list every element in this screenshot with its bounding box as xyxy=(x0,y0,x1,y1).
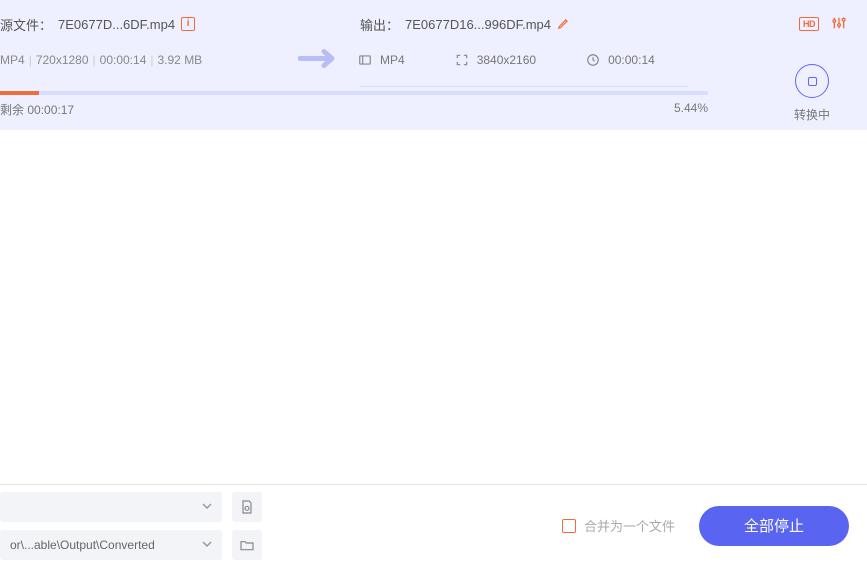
expand-icon xyxy=(455,53,469,67)
output-path-value: or\...able\Output\Converted xyxy=(10,538,155,552)
progress-track xyxy=(0,91,708,95)
progress-percent: 5.44% xyxy=(674,101,708,118)
stop-icon xyxy=(808,77,817,86)
remaining-label: 剩余 xyxy=(0,103,24,117)
output-resolution: 3840x2160 xyxy=(477,53,536,67)
output-filename: 7E0677D16...996DF.mp4 xyxy=(405,17,551,32)
folder-icon xyxy=(239,537,255,553)
edit-icon[interactable] xyxy=(557,16,571,33)
film-icon xyxy=(358,53,372,67)
chevron-down-icon xyxy=(202,499,212,514)
source-label: 源文件： xyxy=(0,15,52,34)
separator: | xyxy=(93,53,96,67)
separator: | xyxy=(150,53,153,67)
open-folder-button[interactable] xyxy=(232,530,262,560)
arrow-icon xyxy=(298,47,340,74)
stop-all-button[interactable]: 全部停止 xyxy=(699,506,849,546)
output-path-dropdown[interactable]: or\...able\Output\Converted xyxy=(0,530,222,560)
conversion-list: 源文件： 7E0677D...6DF.mp4 i 输出： 7E0677D16..… xyxy=(0,0,867,130)
output-format: MP4 xyxy=(380,53,405,67)
info-icon[interactable]: i xyxy=(181,17,195,31)
status-label: 转换中 xyxy=(794,106,830,123)
format-preset-dropdown[interactable] xyxy=(0,492,222,522)
conversion-item: 源文件： 7E0677D...6DF.mp4 i 输出： 7E0677D16..… xyxy=(0,10,867,130)
adjust-icon[interactable] xyxy=(831,15,847,34)
bottom-bar: or\...able\Output\Converted 合并为一个文件 全部停止 xyxy=(0,484,867,566)
source-resolution: 720x1280 xyxy=(36,53,89,67)
clock-icon xyxy=(586,53,600,67)
progress-fill xyxy=(0,91,39,95)
file-gear-icon xyxy=(239,499,255,515)
source-filename: 7E0677D...6DF.mp4 xyxy=(58,17,175,32)
divider xyxy=(360,86,688,87)
progress-meta: 剩余 00:00:17 5.44% xyxy=(0,95,708,130)
source-size: 3.92 MB xyxy=(158,53,203,67)
source-meta: MP4 | 720x1280 | 00:00:14 | 3.92 MB xyxy=(0,53,290,67)
separator: | xyxy=(29,53,32,67)
chevron-down-icon xyxy=(202,538,212,552)
output-label: 输出： xyxy=(360,15,399,34)
source-format: MP4 xyxy=(0,53,25,67)
stop-item-button[interactable] xyxy=(795,64,829,98)
output-resolution-chip: 3840x2160 xyxy=(455,53,536,67)
output-format-chip: MP4 xyxy=(358,53,405,67)
merge-label: 合并为一个文件 xyxy=(584,516,675,535)
source-duration: 00:00:14 xyxy=(100,53,147,67)
hd-badge-icon[interactable]: HD xyxy=(799,17,819,31)
output-duration: 00:00:14 xyxy=(608,53,655,67)
preset-settings-button[interactable] xyxy=(232,492,262,522)
merge-checkbox[interactable] xyxy=(562,519,576,533)
remaining-time: 00:00:17 xyxy=(27,103,74,117)
output-duration-chip: 00:00:14 xyxy=(586,53,655,67)
